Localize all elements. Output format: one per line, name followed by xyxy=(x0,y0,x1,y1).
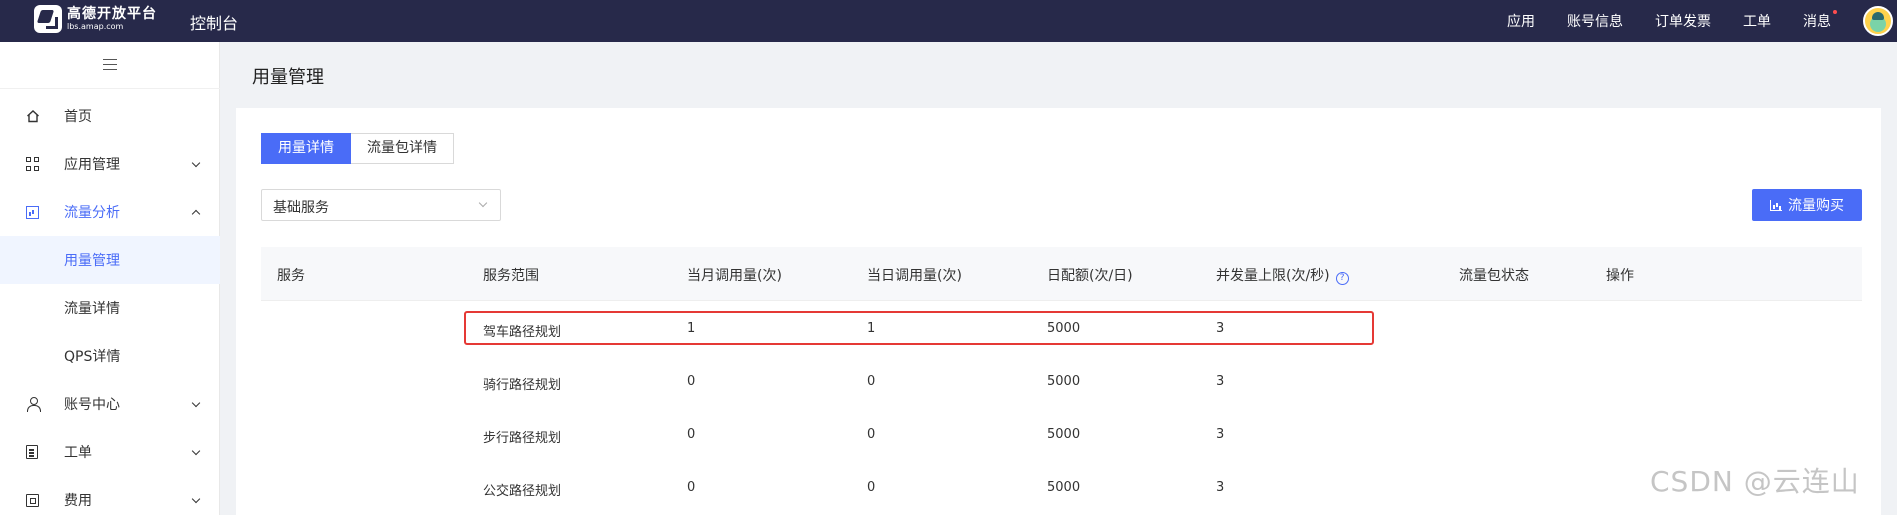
cell-daily-calls: 0 xyxy=(867,374,876,389)
sidebar: 首页 应用管理 流量分析 用量管理 流量详情 QPS详情 账号中心 工单 费用 xyxy=(0,42,220,515)
sidebar-item-app-management[interactable]: 应用管理 xyxy=(0,140,220,188)
home-icon xyxy=(26,109,40,123)
chevron-down-icon xyxy=(478,198,488,208)
tab-usage-details[interactable]: 用量详情 xyxy=(261,133,351,164)
cell-concurrency-limit: 3 xyxy=(1216,374,1225,389)
cell-daily-quota: 5000 xyxy=(1047,427,1081,442)
logo-text: 高德开放平台 lbs.amap.com xyxy=(67,7,157,31)
column-header-monthly-calls: 当月调用量(次) xyxy=(687,268,782,284)
sidebar-item-account-center[interactable]: 账号中心 xyxy=(0,380,220,428)
cell-monthly-calls: 0 xyxy=(687,427,696,442)
logo[interactable]: 高德开放平台 lbs.amap.com xyxy=(34,3,157,35)
sidebar-item-label: 应用管理 xyxy=(64,157,120,173)
cell-scope: 步行路径规划 xyxy=(483,431,562,446)
buy-traffic-label: 流量购买 xyxy=(1788,198,1844,214)
bar-chart-icon xyxy=(1770,199,1782,211)
sidebar-item-fees[interactable]: 费用 xyxy=(0,476,220,515)
sidebar-item-label: 账号中心 xyxy=(64,397,120,413)
chevron-down-icon xyxy=(191,494,201,503)
concurrency-limit-label: 并发量上限(次/秒) xyxy=(1216,268,1330,284)
cell-scope: 公交路径规划 xyxy=(483,484,562,499)
service-type-value: 基础服务 xyxy=(273,200,329,216)
nav-apps[interactable]: 应用 xyxy=(1507,11,1535,31)
page-title: 用量管理 xyxy=(252,67,324,88)
sidebar-item-label: 流量分析 xyxy=(64,205,120,221)
table-row: 骑行路径规划 0 0 5000 3 xyxy=(261,356,1862,409)
column-header-scope: 服务范围 xyxy=(483,268,539,284)
top-bar: 高德开放平台 lbs.amap.com 控制台 应用 账号信息 订单发票 工单 … xyxy=(0,0,1897,42)
buy-traffic-button[interactable]: 流量购买 xyxy=(1752,189,1862,221)
table-row: 公交路径规划 0 0 5000 3 xyxy=(261,462,1862,515)
fee-icon xyxy=(26,493,39,507)
nav-account-info[interactable]: 账号信息 xyxy=(1567,11,1623,31)
watermark: CSDN @云连山 xyxy=(1650,465,1860,498)
sidebar-item-traffic-analysis[interactable]: 流量分析 xyxy=(0,188,220,236)
user-icon xyxy=(26,397,41,412)
cell-daily-calls: 0 xyxy=(867,480,876,495)
chevron-up-icon xyxy=(191,209,201,218)
cell-concurrency-limit: 3 xyxy=(1216,427,1225,442)
cell-monthly-calls: 0 xyxy=(687,480,696,495)
sidebar-item-label: 费用 xyxy=(64,493,92,509)
grid-icon xyxy=(26,157,40,171)
nav-messages[interactable]: 消息 xyxy=(1803,10,1837,31)
sidebar-item-home[interactable]: 首页 xyxy=(0,92,220,140)
console-title[interactable]: 控制台 xyxy=(190,10,238,34)
chart-icon xyxy=(26,205,39,219)
column-header-daily-quota: 日配额(次/日) xyxy=(1047,268,1133,284)
nav-orders-invoices[interactable]: 订单发票 xyxy=(1655,11,1711,31)
highlight-box xyxy=(464,311,1374,345)
cell-scope: 骑行路径规划 xyxy=(483,378,562,393)
sidebar-item-tickets[interactable]: 工单 xyxy=(0,428,220,476)
sidebar-item-label: 首页 xyxy=(64,109,92,125)
chevron-down-icon xyxy=(191,158,201,167)
sidebar-subitem-traffic-details[interactable]: 流量详情 xyxy=(0,284,220,332)
menu-toggle-icon[interactable] xyxy=(103,59,117,70)
sidebar-subitem-usage-management[interactable]: 用量管理 xyxy=(0,236,220,284)
user-avatar[interactable] xyxy=(1863,6,1893,36)
usage-tabs: 用量详情 流量包详情 xyxy=(261,133,454,164)
column-header-concurrency-limit: 并发量上限(次/秒)? xyxy=(1216,265,1349,285)
column-header-daily-calls: 当日调用量(次) xyxy=(867,268,962,284)
sidebar-item-label: 用量管理 xyxy=(64,253,120,269)
cell-daily-quota: 5000 xyxy=(1047,480,1081,495)
sidebar-item-label: 工单 xyxy=(64,445,92,461)
document-icon xyxy=(26,445,38,459)
chevron-down-icon xyxy=(191,446,201,455)
sidebar-subitem-qps-details[interactable]: QPS详情 xyxy=(0,332,220,380)
table-row: 步行路径规划 0 0 5000 3 xyxy=(261,409,1862,462)
cell-concurrency-limit: 3 xyxy=(1216,480,1225,495)
table-header: 服务 服务范围 当月调用量(次) 当日调用量(次) 日配额(次/日) 并发量上限… xyxy=(261,247,1862,301)
nav-tickets[interactable]: 工单 xyxy=(1743,11,1771,31)
tab-package-details[interactable]: 流量包详情 xyxy=(351,133,454,164)
column-header-actions: 操作 xyxy=(1606,268,1634,284)
help-icon[interactable]: ? xyxy=(1335,272,1349,285)
column-header-package-status: 流量包状态 xyxy=(1459,268,1529,284)
amap-logo-icon xyxy=(34,5,62,33)
sidebar-item-label: QPS详情 xyxy=(64,349,121,365)
top-nav: 应用 账号信息 订单发票 工单 消息 xyxy=(1507,0,1897,42)
sidebar-divider xyxy=(0,88,220,89)
logo-url: lbs.amap.com xyxy=(67,22,124,31)
chevron-down-icon xyxy=(191,398,201,407)
cell-monthly-calls: 0 xyxy=(687,374,696,389)
logo-name: 高德开放平台 xyxy=(67,6,157,22)
sidebar-item-label: 流量详情 xyxy=(64,301,120,317)
column-header-service: 服务 xyxy=(277,268,305,284)
service-type-select[interactable]: 基础服务 xyxy=(261,189,501,221)
cell-daily-quota: 5000 xyxy=(1047,374,1081,389)
cell-daily-calls: 0 xyxy=(867,427,876,442)
